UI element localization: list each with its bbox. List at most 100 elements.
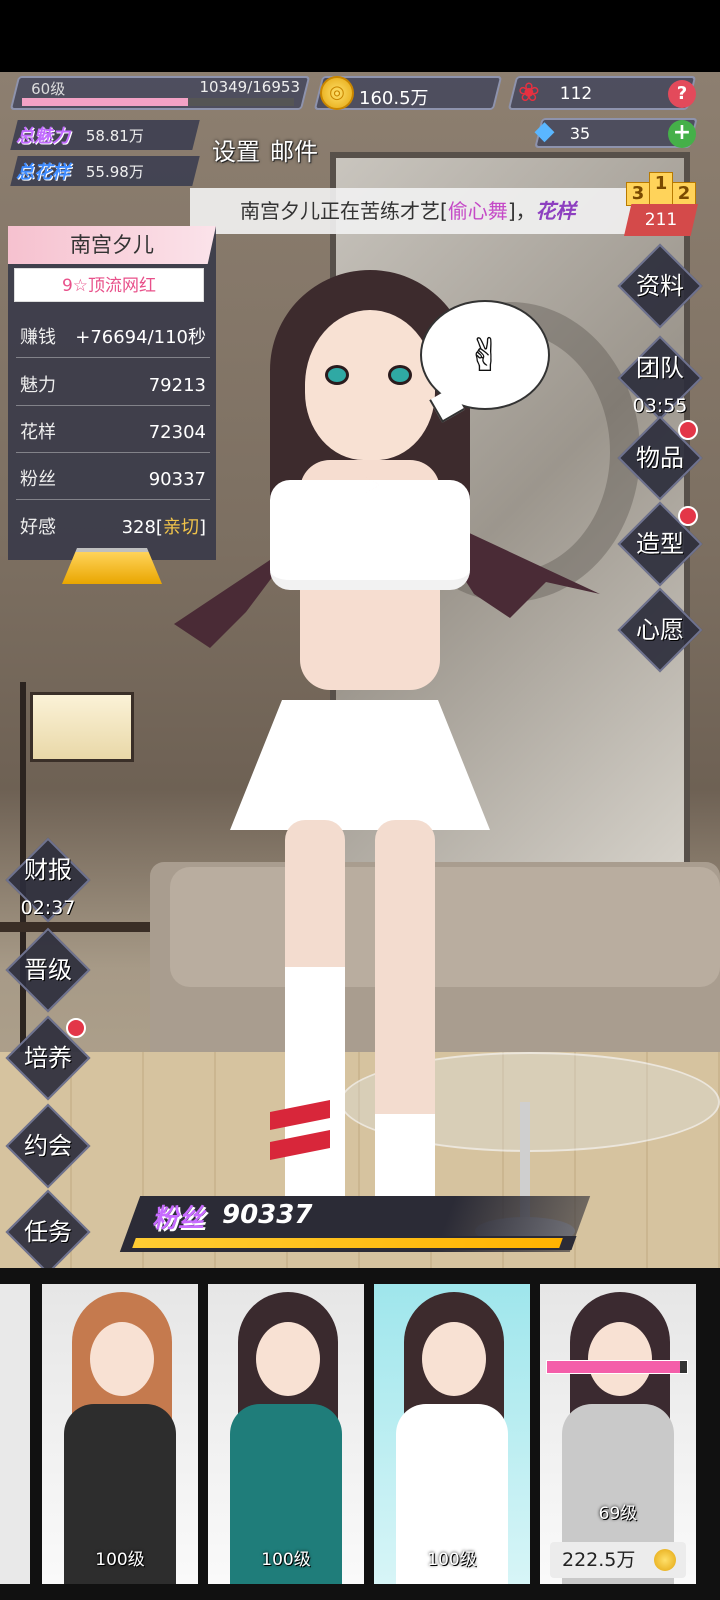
- tasks-label: 任务: [24, 1218, 72, 1246]
- gold-coin-icon: ◎: [320, 76, 354, 110]
- card-level: 69级: [598, 1504, 638, 1524]
- team-label: 团队: [636, 354, 684, 382]
- report-label: 财报: [24, 856, 72, 884]
- rose-amount: 112: [559, 84, 593, 104]
- fans-label: 粉丝: [152, 1204, 205, 1234]
- info-row-earnings: 赚钱 +76694/110秒: [16, 318, 210, 358]
- info-key: 花样: [20, 422, 56, 443]
- card-face: [588, 1322, 652, 1396]
- character-card-partial[interactable]: [0, 1284, 30, 1584]
- finger-heart-icon: ✌︎: [465, 328, 505, 382]
- card-level-fill: [547, 1361, 680, 1373]
- wish-label: 心愿: [636, 616, 684, 644]
- info-value: 328[亲切]: [122, 508, 206, 548]
- info-value: 90337: [148, 469, 206, 490]
- info-row-charm: 魅力 79213: [16, 366, 210, 406]
- collapse-panel-arrow[interactable]: [62, 548, 162, 584]
- info-key: 粉丝: [20, 469, 56, 490]
- items-notification-dot: [678, 420, 698, 440]
- report-button[interactable]: 财报 02:37: [10, 842, 86, 918]
- card-level: 100级: [95, 1550, 145, 1570]
- info-key: 赚钱: [20, 327, 56, 348]
- affinity-level: 亲切: [162, 517, 199, 538]
- card-face: [90, 1322, 154, 1396]
- styling-notification-dot: [678, 506, 698, 526]
- mail-button[interactable]: 邮件: [270, 132, 318, 167]
- info-key: 魅力: [20, 375, 56, 396]
- rank-count: 211: [624, 204, 698, 236]
- info-key: 好感: [20, 517, 56, 538]
- card-level: 100级: [261, 1550, 311, 1570]
- info-value: 72304: [148, 422, 206, 443]
- character-skirt: [230, 700, 490, 830]
- wish-button[interactable]: 心愿: [622, 592, 698, 668]
- promote-label: 晋级: [24, 956, 72, 984]
- train-notification-dot: [66, 1018, 86, 1038]
- diamond-amount: 35: [569, 124, 591, 143]
- gold-coin-icon: [654, 1549, 676, 1571]
- upgrade-cost-button[interactable]: 222.5万: [550, 1542, 686, 1578]
- ticker-skill: 偷心舞: [447, 199, 508, 223]
- exp-value: 10349/16953: [198, 78, 300, 96]
- ranking-button[interactable]: 3 1 2 211: [624, 166, 698, 236]
- report-timer: 02:37: [20, 897, 76, 919]
- character-card[interactable]: 69级 222.5万: [540, 1284, 696, 1584]
- info-value: +76694/110秒: [75, 327, 206, 348]
- podium-first: 1: [649, 172, 673, 206]
- profile-label: 资料: [636, 272, 684, 300]
- podium-second: 2: [672, 182, 696, 206]
- info-row-fans: 粉丝 90337: [16, 460, 210, 500]
- affinity-close: ]: [198, 517, 206, 538]
- profile-button[interactable]: 资料: [622, 248, 698, 324]
- tasks-button[interactable]: 任务: [10, 1194, 86, 1270]
- total-charm-value: 58.81万: [85, 127, 144, 145]
- player-level: 60级: [31, 80, 66, 98]
- character-leg-left: [285, 820, 345, 1240]
- character-face: [305, 310, 435, 460]
- finger-heart-speech-bubble: ✌︎: [420, 300, 550, 410]
- character-card[interactable]: 100级: [208, 1284, 364, 1584]
- coin-balance[interactable]: ◎ 160.5万: [313, 76, 503, 110]
- settings-button[interactable]: 设置: [212, 132, 260, 167]
- plus-icon[interactable]: +: [668, 120, 696, 148]
- total-charm-label: 总魅力: [16, 126, 70, 147]
- podium-third: 3: [626, 182, 650, 206]
- rose-icon: ❀: [518, 78, 540, 108]
- date-button[interactable]: 约会: [10, 1108, 86, 1184]
- character-info-panel: 南宫夕儿 9☆顶流网红 赚钱 +76694/110秒 魅力 79213 花样 7…: [8, 226, 216, 560]
- date-label: 约会: [24, 1132, 72, 1160]
- total-pattern-bar: 总花样 55.98万: [10, 156, 200, 186]
- character-carousel[interactable]: 100级 100级 100级 69级 222.5万: [0, 1268, 720, 1600]
- total-pattern-label: 总花样: [16, 162, 70, 183]
- character-leg-right: [375, 820, 435, 1240]
- info-row-pattern: 花样 72304: [16, 413, 210, 453]
- character-name: 南宫夕儿: [8, 226, 216, 264]
- card-level-progress: [546, 1360, 688, 1374]
- floor-lamp-shade: [30, 692, 134, 762]
- affinity-value: 328[: [121, 517, 163, 538]
- coin-amount: 160.5万: [359, 88, 429, 109]
- fans-value: 90337: [222, 1200, 313, 1230]
- character-eye-right: [388, 365, 412, 385]
- team-button[interactable]: 团队 03:55: [622, 340, 698, 416]
- news-ticker: 南宫夕儿正在苦练才艺[偷心舞]，花样: [190, 188, 640, 234]
- character-title: 9☆顶流网红: [14, 268, 204, 302]
- total-pattern-value: 55.98万: [85, 163, 144, 181]
- question-mark-icon[interactable]: ?: [668, 80, 696, 108]
- character-card-selected[interactable]: 100级: [374, 1284, 530, 1584]
- promote-button[interactable]: 晋级: [10, 932, 86, 1008]
- ticker-prefix: 南宫夕儿正在苦练才艺[: [240, 199, 448, 223]
- total-charm-bar: 总魅力 58.81万: [10, 120, 200, 150]
- info-value: 79213: [148, 375, 206, 396]
- ticker-suffix: ]，: [507, 199, 536, 223]
- ticker-tag: 花样: [535, 199, 576, 223]
- character-eye-left: [325, 365, 349, 385]
- fans-progress-fill: [132, 1238, 564, 1248]
- card-level: 100级: [427, 1550, 477, 1570]
- card-face: [256, 1322, 320, 1396]
- character-card[interactable]: 100级: [42, 1284, 198, 1584]
- character-top: [270, 480, 470, 590]
- upgrade-cost: 222.5万: [562, 1549, 636, 1571]
- info-row-affinity: 好感 328[亲切]: [16, 508, 210, 548]
- diamond-icon: ◆: [534, 116, 555, 146]
